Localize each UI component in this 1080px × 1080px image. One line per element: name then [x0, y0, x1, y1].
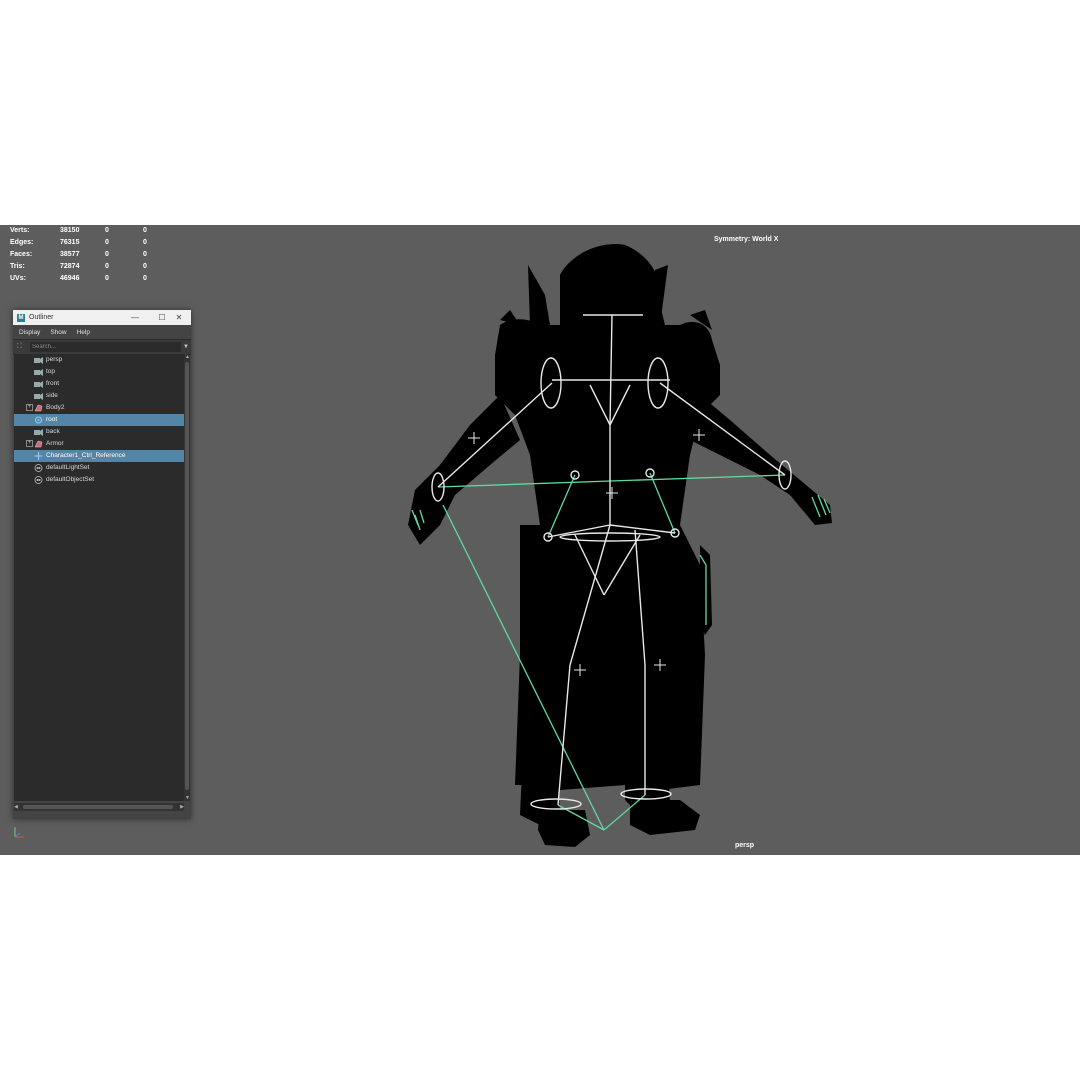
hud-v1: 38150: [60, 227, 80, 234]
locator-icon: [34, 452, 43, 460]
hud-v1: 46946: [60, 275, 80, 282]
maya-logo-icon: M: [17, 313, 25, 322]
hud-label: Verts:: [10, 227, 30, 234]
chevron-down-icon[interactable]: ▼: [181, 344, 191, 350]
expand-icon[interactable]: +: [26, 440, 33, 447]
hud-label: Tris:: [10, 263, 25, 270]
vertical-scroll-thumb[interactable]: [185, 362, 189, 790]
right-boot: [630, 800, 700, 835]
symmetry-label: Symmetry: World X: [714, 236, 779, 243]
outliner-item-back[interactable]: back: [14, 426, 184, 438]
hud-row: Faces: 38577 0 0: [10, 249, 163, 261]
hud-row: Tris: 72874 0 0: [10, 261, 163, 273]
outliner-item-label: Character1_Ctrl_Reference: [46, 452, 126, 459]
character-silhouette: [408, 244, 832, 847]
hud-v1: 72874: [60, 263, 80, 270]
expand-icon[interactable]: +: [26, 404, 33, 411]
outliner-item-armor[interactable]: + Armor: [14, 438, 184, 450]
mesh-icon: [34, 404, 43, 412]
hud-v3: 0: [143, 227, 147, 234]
poly-count-hud: Verts: 38150 0 0 Edges: 76315 0 0 Faces: 38577 0 0 T…: [10, 225, 163, 285]
outliner-item-top[interactable]: top: [14, 366, 184, 378]
menu-help[interactable]: Help: [77, 329, 90, 336]
hud-v2: 0: [105, 263, 109, 270]
outliner-item-label: front: [46, 380, 60, 387]
outliner-item-label: side: [46, 392, 58, 399]
menu-show[interactable]: Show: [50, 329, 66, 336]
outliner-item-body2[interactable]: + Body2: [14, 402, 184, 414]
outliner-menubar: Display Show Help: [13, 325, 191, 339]
set-icon: [34, 476, 43, 484]
hud-v3: 0: [143, 251, 147, 258]
mesh-icon: [34, 440, 43, 448]
scroll-right-icon[interactable]: ▶: [180, 804, 184, 810]
outliner-item-label: defaultObjectSet: [46, 476, 95, 483]
outliner-item-label: defaultLightSet: [46, 464, 90, 471]
hud-v2: 0: [105, 275, 109, 282]
outliner-vertical-scrollbar[interactable]: ▲ ▼: [184, 354, 190, 801]
outliner-list[interactable]: persp top front side + Body2 root back + Armor Cha…: [14, 354, 184, 801]
outliner-item-label: Armor: [46, 440, 64, 447]
outliner-item-label: Body2: [46, 404, 65, 411]
set-icon: [34, 464, 43, 472]
outliner-horizontal-scrollbar[interactable]: ◀ ▶: [14, 803, 184, 811]
hud-v3: 0: [143, 263, 147, 270]
scroll-left-icon[interactable]: ◀: [14, 804, 18, 810]
outliner-item-front[interactable]: front: [14, 378, 184, 390]
close-icon[interactable]: ✕: [167, 310, 191, 325]
minimize-icon[interactable]: —: [123, 310, 147, 325]
camera-icon: [34, 368, 43, 376]
outliner-item-label: back: [46, 428, 60, 435]
viewport-persp[interactable]: Verts: 38150 0 0 Edges: 76315 0 0 Faces: 38577 0 0 T…: [0, 225, 1080, 855]
hud-v2: 0: [105, 227, 109, 234]
joint-icon: [34, 416, 43, 424]
outliner-title: Outliner: [29, 314, 54, 321]
scroll-up-icon[interactable]: ▲: [185, 354, 190, 360]
camera-icon: [34, 392, 43, 400]
hud-row: UVs: 46946 0 0: [10, 273, 163, 285]
hud-v3: 0: [143, 239, 147, 246]
outliner-item-label: root: [46, 416, 58, 423]
outliner-window[interactable]: M Outliner — ☐ ✕ Display Show Help ⛶ ▼ p…: [13, 310, 191, 819]
hud-v1: 76315: [60, 239, 80, 246]
camera-label: persp: [735, 842, 755, 849]
axis-gizmo-icon: [14, 827, 24, 838]
outliner-item-side[interactable]: side: [14, 390, 184, 402]
horizontal-scroll-thumb[interactable]: [23, 805, 173, 809]
right-arm-shape: [690, 395, 832, 525]
camera-icon: [34, 356, 43, 364]
hud-row: Verts: 38150 0 0: [10, 225, 163, 237]
outliner-search-input[interactable]: [30, 342, 181, 352]
hud-v3: 0: [143, 275, 147, 282]
hud-v2: 0: [105, 239, 109, 246]
outliner-item-character1-ctrl-reference[interactable]: Character1_Ctrl_Reference: [14, 450, 184, 462]
camera-icon: [34, 428, 43, 436]
outliner-item-defaultlightset[interactable]: defaultLightSet: [14, 462, 184, 474]
hud-row: Edges: 76315 0 0: [10, 237, 163, 249]
outliner-item-defaultobjectset[interactable]: defaultObjectSet: [14, 474, 184, 486]
outliner-titlebar[interactable]: M Outliner — ☐ ✕: [13, 310, 191, 325]
hud-label: Faces:: [10, 251, 33, 258]
outliner-item-root[interactable]: root: [14, 414, 184, 426]
hud-v1: 38577: [60, 251, 80, 258]
scroll-down-icon[interactable]: ▼: [185, 795, 190, 801]
camera-icon: [34, 380, 43, 388]
left-arm-shape: [408, 395, 520, 545]
outliner-item-label: persp: [46, 356, 63, 363]
outliner-search-row: ⛶ ▼: [13, 339, 191, 355]
menu-display[interactable]: Display: [19, 329, 40, 336]
left-boot: [538, 810, 590, 847]
outliner-item-label: top: [46, 368, 56, 375]
filter-icon[interactable]: ⛶: [17, 342, 27, 352]
outliner-item-persp[interactable]: persp: [14, 354, 184, 366]
hud-v2: 0: [105, 251, 109, 258]
torso-shape: [495, 319, 720, 525]
hud-label: UVs:: [10, 275, 26, 282]
hud-label: Edges:: [10, 239, 34, 246]
